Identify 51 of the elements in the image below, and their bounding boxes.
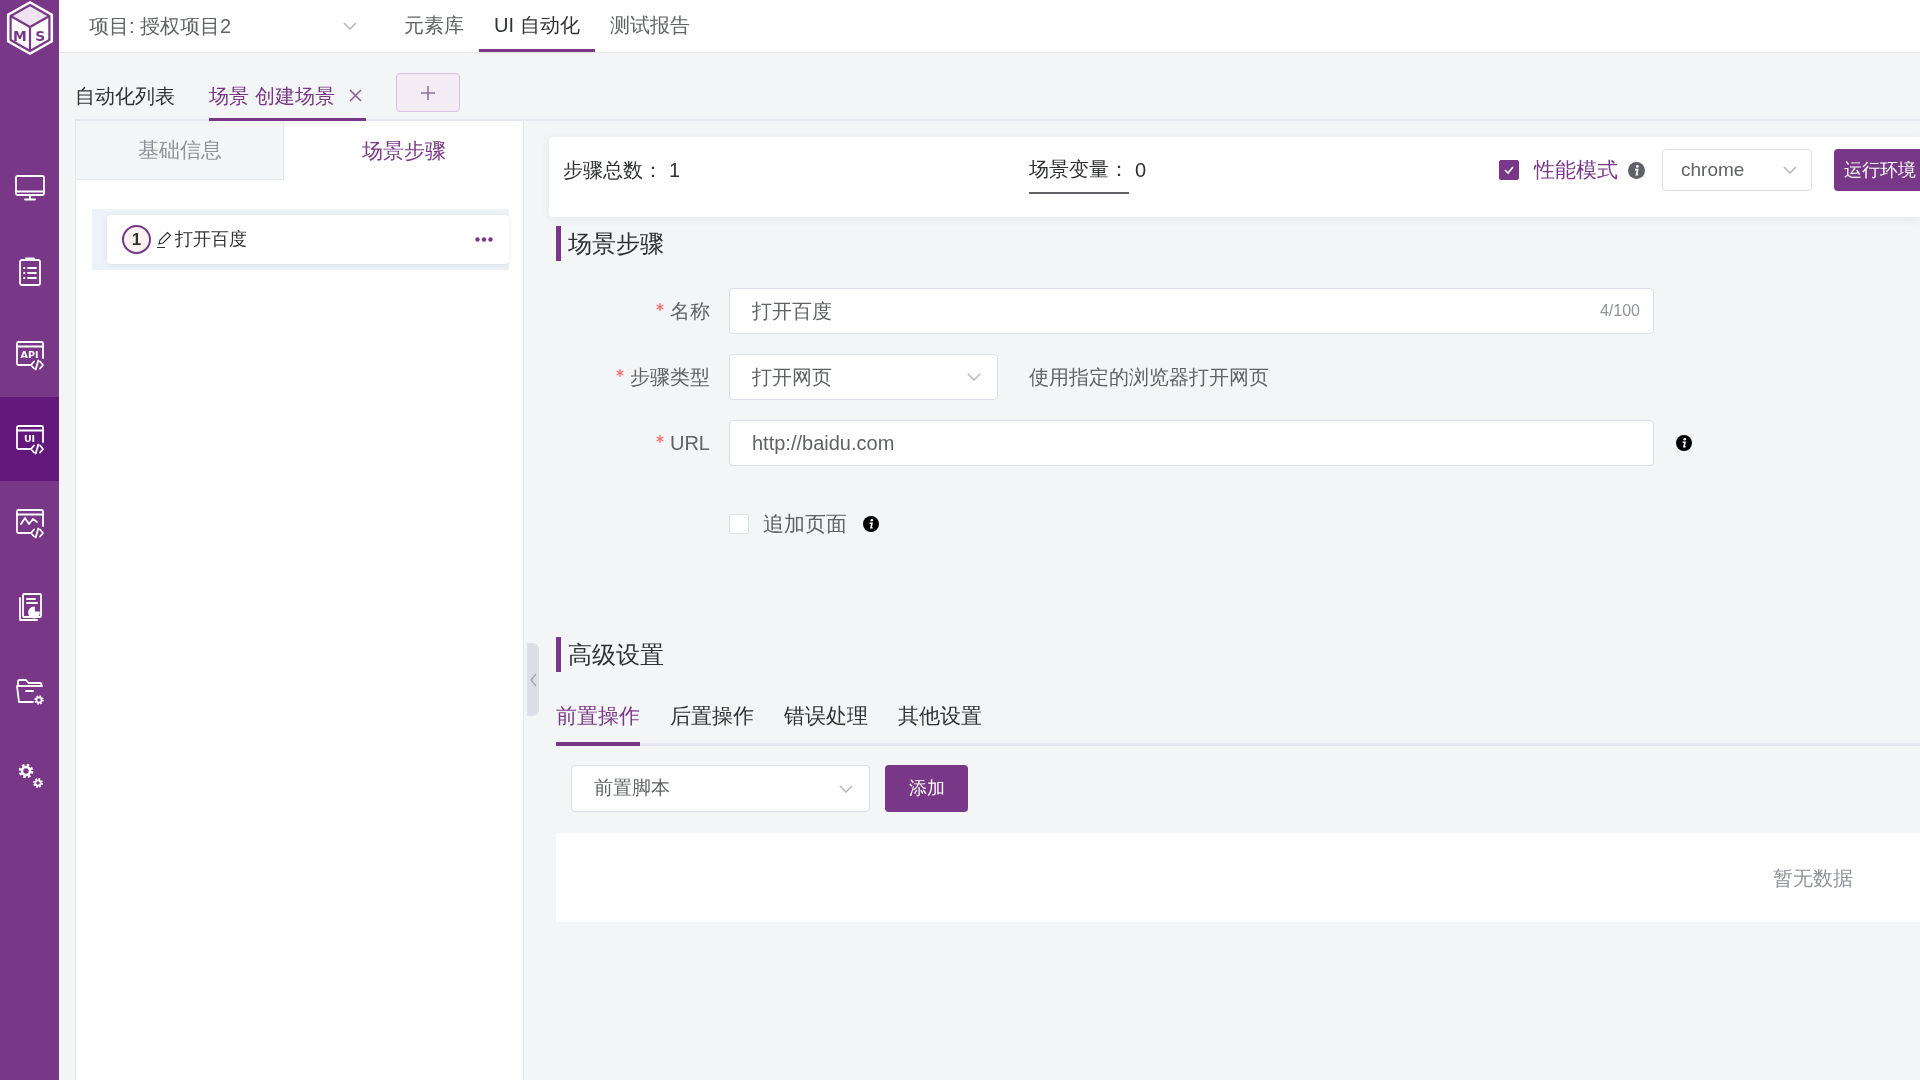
tab[interactable]: 自动化列表	[75, 73, 179, 121]
tab[interactable]: 前置操作	[556, 690, 640, 746]
checkbox[interactable]	[1499, 160, 1519, 180]
browser-select[interactable]: chrome	[1662, 149, 1812, 191]
tab[interactable]: 错误处理	[784, 690, 868, 746]
field-hint: 使用指定的浏览器打开网页	[1029, 365, 1269, 390]
collapse-handle[interactable]	[527, 643, 539, 716]
logo: M S	[5, 1, 54, 55]
field-label: 名称	[670, 299, 710, 324]
section-title: 场景步骤	[556, 226, 1920, 261]
step-row[interactable]: 1 打开百度	[92, 209, 509, 270]
more-icon[interactable]	[475, 237, 493, 242]
step-number: 1	[122, 225, 151, 254]
add-tab-button[interactable]	[395, 73, 460, 112]
plus-icon	[419, 84, 436, 101]
summary-label[interactable]: 场景变量：	[1029, 146, 1129, 194]
char-counter: 4/100	[1599, 301, 1640, 321]
summary-value: 0	[1135, 158, 1147, 183]
chart-window-icon	[13, 507, 46, 539]
section-title: 高级设置	[556, 637, 1920, 672]
pencil-icon[interactable]	[155, 230, 173, 249]
nav-tab[interactable]: 测试报告	[594, 0, 705, 52]
project-select[interactable]: 项目: 授权项目2	[89, 0, 369, 52]
sidebar-item[interactable]: API	[0, 313, 59, 397]
step-name: 打开百度	[175, 228, 247, 251]
summary-label: 步骤总数：	[563, 158, 663, 183]
select-field[interactable]: 打开网页	[729, 354, 998, 400]
chevron-down-icon	[839, 784, 853, 793]
chevron-down-icon	[967, 373, 981, 381]
field-label: 步骤类型	[630, 365, 710, 390]
chevron-down-icon	[1783, 166, 1797, 174]
info-icon	[1628, 161, 1645, 179]
empty-text: 暂无数据	[1773, 865, 1853, 891]
run-environment-button[interactable]: 运行环境	[1834, 149, 1920, 191]
add-button[interactable]: 添加	[885, 765, 968, 812]
check-icon	[1503, 164, 1515, 176]
field-label: URL	[670, 431, 710, 456]
close-icon[interactable]	[348, 89, 362, 102]
tab[interactable]: 其他设置	[898, 690, 982, 746]
summary-value: 1	[669, 158, 681, 183]
script-type-select[interactable]: 前置脚本	[571, 765, 870, 812]
text-field[interactable]: http://baidu.com	[729, 420, 1654, 466]
checkbox-label[interactable]: 性能模式	[1534, 154, 1618, 186]
nav-tab[interactable]: 元素库	[389, 0, 479, 52]
chevron-down-icon	[343, 22, 357, 30]
chevron-left-icon	[529, 672, 537, 687]
sidebar-item[interactable]: UI	[0, 397, 59, 481]
nav-tab[interactable]: UI 自动化	[479, 0, 595, 52]
checkbox-label[interactable]: 追加页面	[763, 508, 847, 540]
info-icon	[863, 516, 879, 532]
tab[interactable]: 后置操作	[670, 690, 754, 746]
